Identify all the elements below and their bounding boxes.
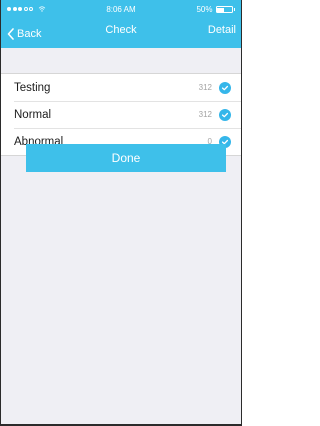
- done-button[interactable]: Done: [26, 144, 226, 172]
- battery-fill: [217, 7, 224, 12]
- list-item-normal: Normal 312: [1, 101, 241, 128]
- checkmark-icon: [219, 108, 231, 121]
- list-item-testing: Testing 312: [1, 74, 241, 101]
- battery-nub: [233, 8, 235, 11]
- checkmark-icon: [219, 81, 231, 94]
- status-bar: 8:06 AM 50%: [1, 0, 241, 20]
- detail-button[interactable]: Detail: [208, 20, 236, 40]
- app-screen: 8:06 AM 50% Back Check Detail Testing 31…: [0, 0, 242, 426]
- top-bar: 8:06 AM 50% Back Check Detail: [1, 0, 241, 48]
- row-count: 312: [198, 83, 212, 92]
- battery-icon: [215, 6, 233, 13]
- row-count: 312: [198, 110, 212, 119]
- row-label: Normal: [14, 108, 52, 121]
- page-title: Check: [105, 24, 137, 36]
- navigation-bar: Back Check Detail: [1, 20, 241, 48]
- battery-indicator: 50%: [196, 5, 235, 14]
- row-label: Testing: [14, 81, 51, 94]
- battery-percent: 50%: [196, 5, 213, 14]
